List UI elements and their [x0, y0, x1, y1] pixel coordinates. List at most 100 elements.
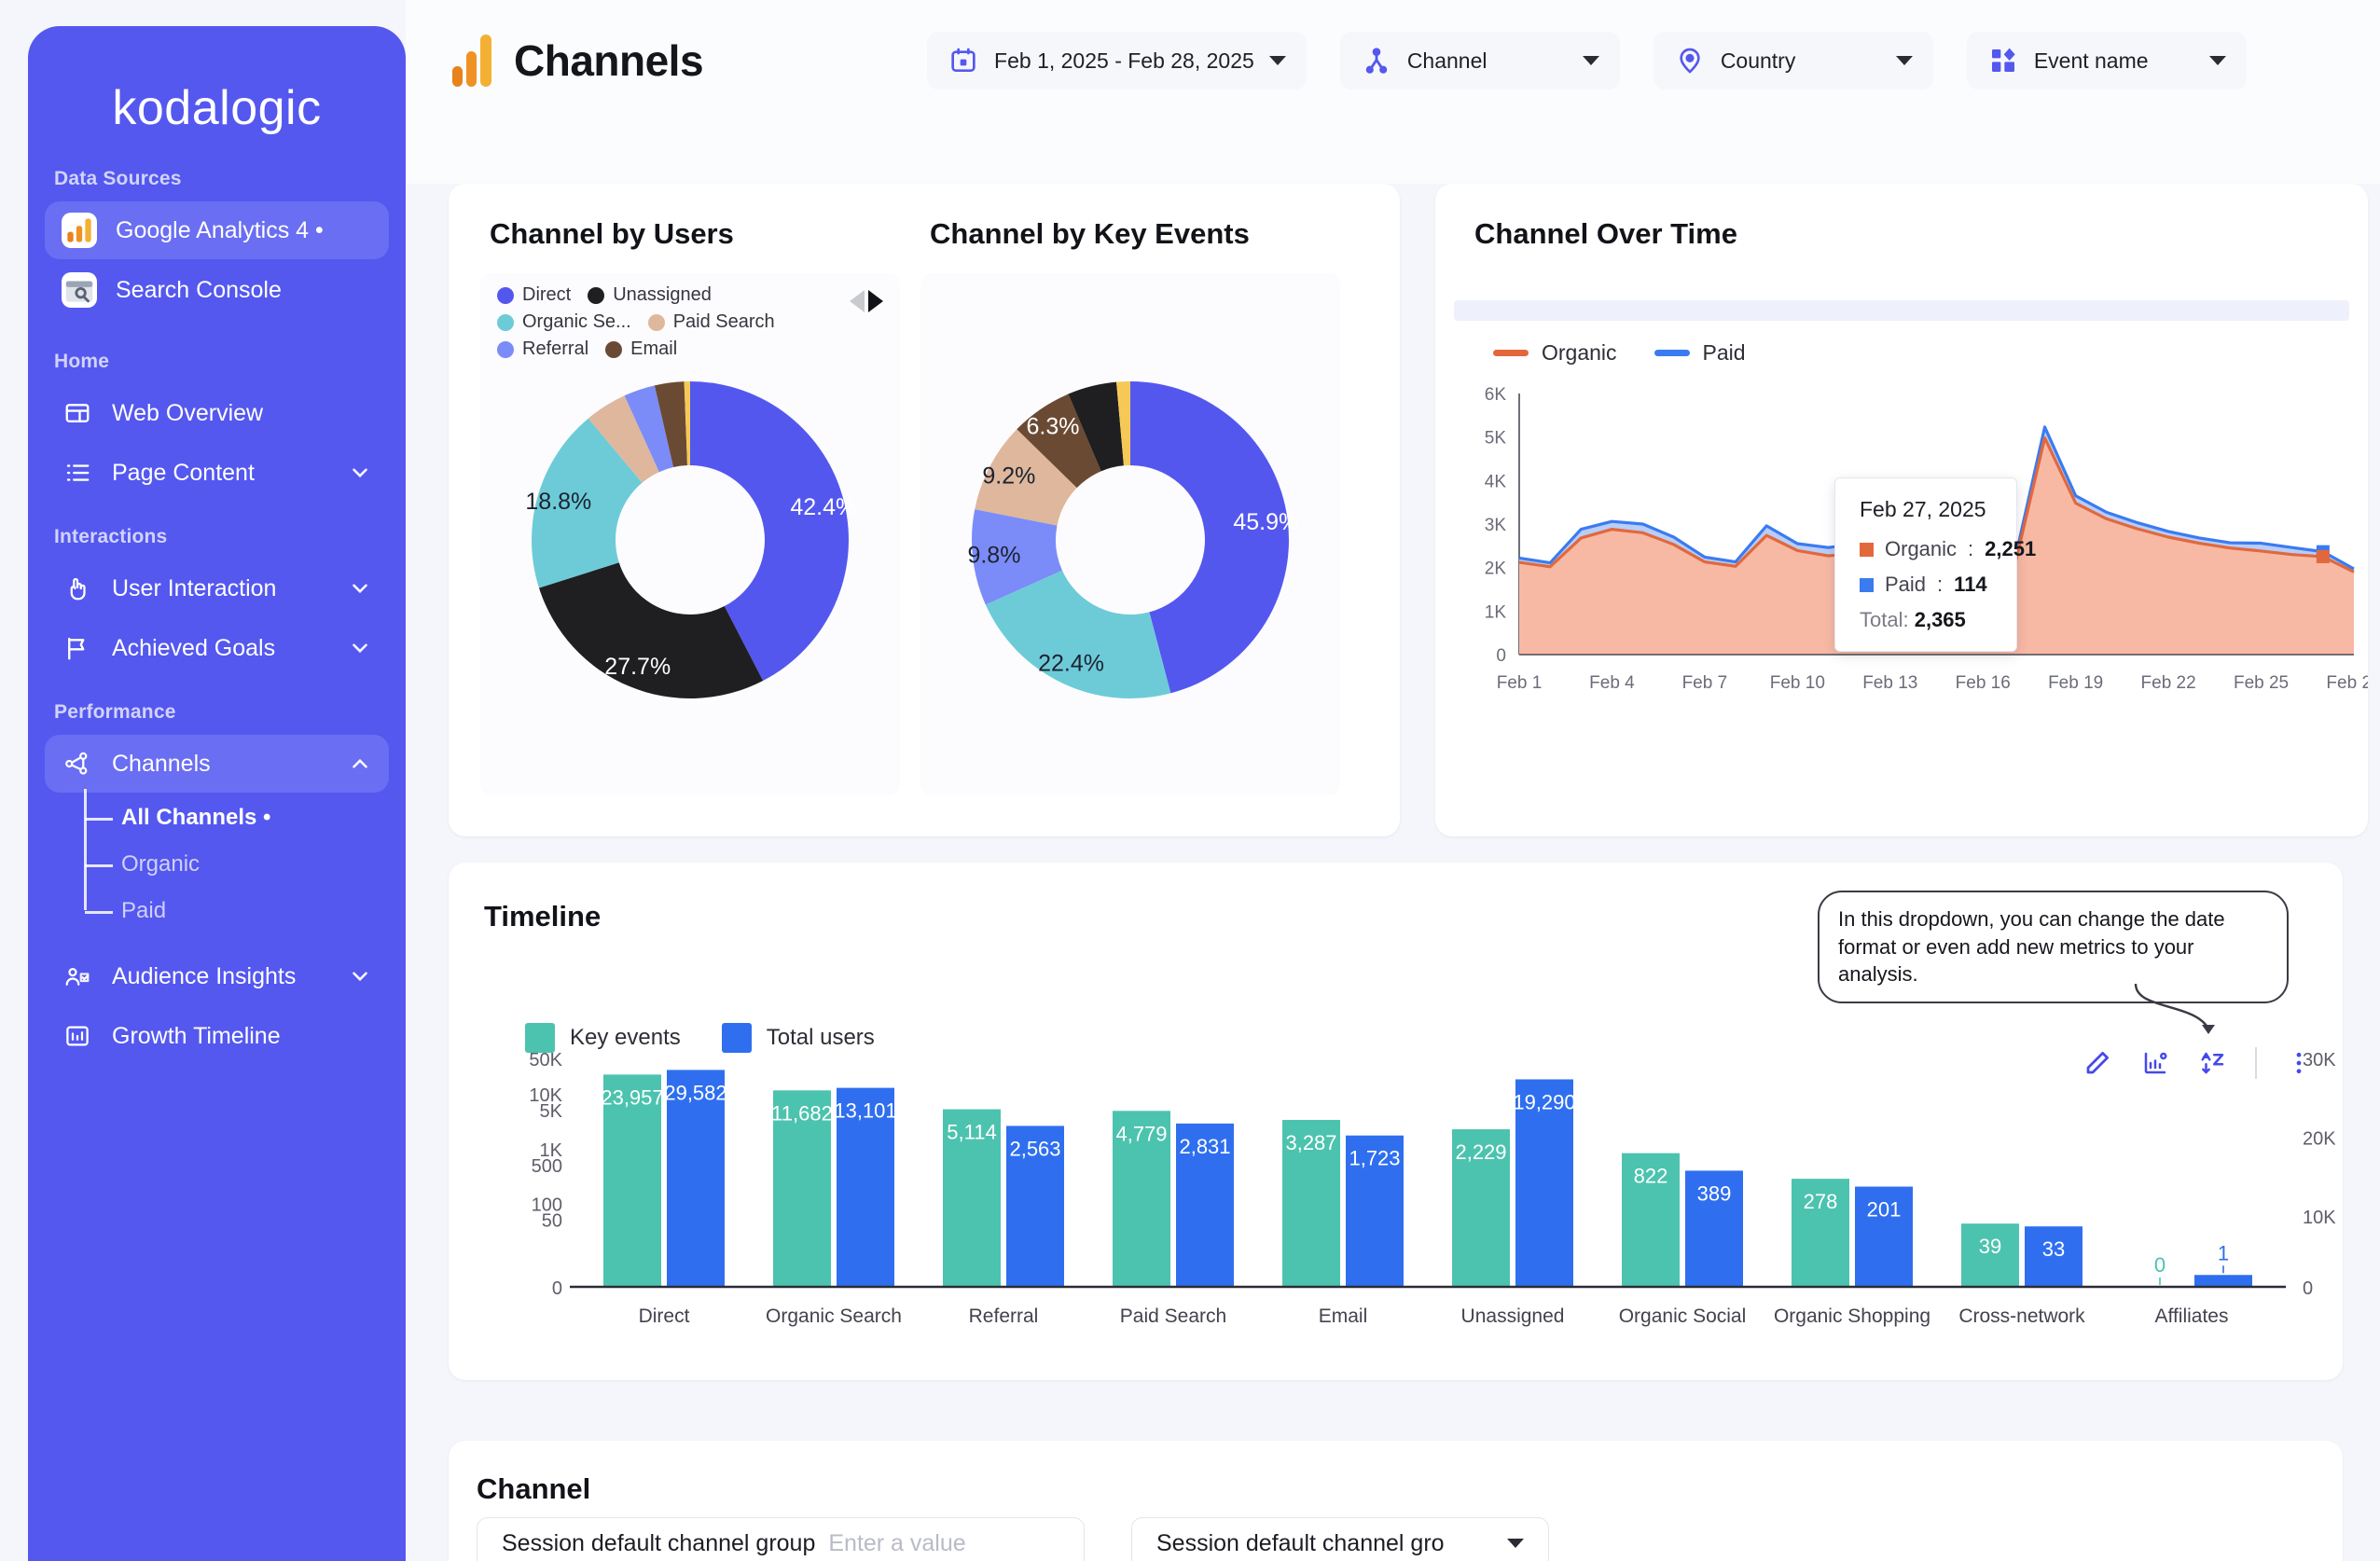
svg-text:Referral: Referral	[969, 1305, 1039, 1327]
svg-text:18.8%: 18.8%	[525, 489, 591, 515]
chevron-down-icon[interactable]	[2208, 56, 2226, 65]
sidebar-item-label: Search Console	[116, 276, 282, 303]
sidebar-item-user-interaction[interactable]: User Interaction	[45, 559, 389, 617]
header: Channels Feb 1, 2025 - Feb 28, 2025 Chan…	[406, 0, 2380, 184]
search-console-icon	[62, 272, 97, 308]
channel-icon	[1361, 45, 1392, 76]
svg-text:Feb 19: Feb 19	[2048, 673, 2103, 693]
legend-item: Paid Search	[647, 311, 775, 333]
channel-value-input[interactable]: Session default channel group Enter a va…	[477, 1517, 1085, 1561]
sidebar-item-page-content[interactable]: Page Content	[45, 444, 389, 502]
svg-text:Organic Search: Organic Search	[766, 1305, 902, 1327]
prev-page-icon[interactable]	[850, 290, 865, 312]
chevron-down-icon[interactable]	[1268, 56, 1286, 65]
location-pin-icon	[1674, 45, 1706, 76]
sidebar-item-web-overview[interactable]: Web Overview	[45, 384, 389, 442]
header-filters: Feb 1, 2025 - Feb 28, 2025 Channel Count…	[927, 32, 2247, 90]
sidebar-section-performance: Performance	[54, 701, 176, 723]
date-range-value: Feb 1, 2025 - Feb 28, 2025	[994, 48, 1254, 73]
chevron-down-icon[interactable]	[1507, 1539, 1524, 1548]
chevron-down-icon[interactable]	[348, 636, 372, 660]
chevron-down-icon[interactable]	[348, 576, 372, 601]
sidebar-item-channels[interactable]: Channels	[45, 735, 389, 793]
legend-item-organic: Organic	[1493, 340, 1617, 366]
svg-text:5K: 5K	[1485, 429, 1507, 449]
svg-text:42.4%: 42.4%	[790, 494, 856, 520]
svg-text:Feb 22: Feb 22	[2141, 673, 2196, 693]
svg-text:278: 278	[1804, 1190, 1838, 1213]
tooltip-total: Total: 2,365	[1860, 608, 1966, 631]
sidebar-subitem-organic[interactable]: Organic	[84, 841, 406, 888]
svg-text:2,831: 2,831	[1179, 1135, 1230, 1158]
sidebar-subitem-paid[interactable]: Paid	[84, 888, 406, 934]
sidebar-item-achieved-goals[interactable]: Achieved Goals	[45, 619, 389, 677]
svg-text:5,114: 5,114	[947, 1121, 996, 1144]
svg-text:822: 822	[1634, 1165, 1668, 1188]
channel-filter-card: Channel Session default channel group En…	[449, 1441, 2343, 1561]
svg-text:Feb 4: Feb 4	[1589, 673, 1635, 693]
card-title: Channel	[477, 1472, 591, 1505]
event-name-filter[interactable]: Event name	[1966, 32, 2247, 90]
growth-timeline-icon	[62, 1020, 93, 1052]
sidebar-item-label: Web Overview	[112, 399, 264, 426]
channels-icon	[62, 748, 93, 780]
sidebar-section-interactions: Interactions	[54, 526, 168, 547]
svg-text:6.3%: 6.3%	[1027, 414, 1080, 440]
country-filter[interactable]: Country	[1653, 32, 1933, 90]
next-page-icon[interactable]	[868, 290, 883, 312]
svg-text:27.7%: 27.7%	[604, 654, 671, 680]
channel-filter-value: Channel	[1406, 48, 1488, 73]
card-title: Channel by Key Events	[930, 217, 1250, 250]
svg-text:Feb 13: Feb 13	[1862, 673, 1917, 693]
area-chart-legend: Organic Paid	[1493, 340, 1746, 366]
sidebar-item-label: Page Content	[112, 459, 255, 486]
sidebar-item-label: User Interaction	[112, 574, 277, 601]
sidebar-item-label: Audience Insights	[112, 962, 297, 989]
chevron-down-icon[interactable]	[1895, 56, 1913, 65]
svg-text:Feb 10: Feb 10	[1770, 673, 1825, 693]
svg-text:Direct: Direct	[639, 1305, 690, 1327]
svg-text:10K: 10K	[2303, 1208, 2336, 1228]
date-range-filter[interactable]: Feb 1, 2025 - Feb 28, 2025	[927, 32, 1307, 90]
google-analytics-logo-icon	[452, 35, 491, 87]
channel-by-users-chart: Channel by Users Direct Unassigned Organ…	[465, 184, 913, 836]
sidebar-item-google-analytics-4[interactable]: Google Analytics 4 •	[45, 201, 389, 259]
legend-item-paid: Paid	[1654, 340, 1746, 366]
card-title: Channel by Users	[490, 217, 734, 250]
svg-text:22.4%: 22.4%	[1038, 651, 1104, 677]
donut-svg: 45.9% 22.4% 9.8% 9.2% 6.3%	[967, 381, 1299, 698]
svg-text:389: 389	[1697, 1181, 1732, 1205]
channel-filter-fields: Session default channel group Enter a va…	[477, 1517, 1549, 1561]
svg-text:1K: 1K	[1485, 602, 1507, 622]
svg-text:Feb 7: Feb 7	[1682, 673, 1728, 693]
svg-text:2,229: 2,229	[1455, 1140, 1506, 1164]
charts-row: Channel by Users Direct Unassigned Organ…	[449, 184, 2368, 836]
timeline-bar-chart-svg: 50K10K5K1K50010050030K20K10K023,957 29,58…	[529, 1050, 2336, 1327]
svg-text:2,563: 2,563	[1009, 1137, 1060, 1160]
svg-text:Organic Social: Organic Social	[1619, 1305, 1747, 1327]
chevron-down-icon[interactable]	[348, 964, 372, 988]
legend-pager[interactable]	[850, 290, 883, 312]
chevron-down-icon[interactable]	[1582, 56, 1599, 65]
sidebar-subitem-all-channels[interactable]: All Channels •	[84, 794, 406, 841]
chevron-down-icon[interactable]	[348, 461, 372, 485]
sidebar-item-search-console[interactable]: Search Console	[45, 261, 389, 319]
channel-dimension-select[interactable]: Session default channel gro	[1131, 1517, 1549, 1561]
svg-text:Feb 1: Feb 1	[1497, 673, 1543, 693]
svg-text:4,779: 4,779	[1115, 1122, 1167, 1145]
google-analytics-icon	[62, 213, 97, 248]
sidebar-item-label: Achieved Goals	[112, 634, 276, 661]
svg-text:201: 201	[1867, 1198, 1902, 1222]
channel-by-key-events-chart: Channel by Key Events 45.9% 22.4% 9.8% 9.2%…	[915, 184, 1363, 836]
callout-text: In this dropdown, you can change the dat…	[1838, 907, 2225, 987]
channel-filter[interactable]: Channel	[1339, 32, 1620, 90]
event-name-filter-value: Event name	[2033, 48, 2149, 73]
svg-text:5K: 5K	[540, 1101, 563, 1122]
svg-text:33: 33	[2042, 1237, 2065, 1261]
sidebar-item-audience-insights[interactable]: Audience Insights	[45, 947, 389, 1005]
sidebar-item-label: Google Analytics 4 •	[116, 216, 324, 243]
chevron-up-icon[interactable]	[348, 752, 372, 776]
svg-text:3,287: 3,287	[1285, 1131, 1336, 1154]
sidebar-item-growth-timeline[interactable]: Growth Timeline	[45, 1007, 389, 1065]
svg-text:1: 1	[2218, 1241, 2229, 1264]
